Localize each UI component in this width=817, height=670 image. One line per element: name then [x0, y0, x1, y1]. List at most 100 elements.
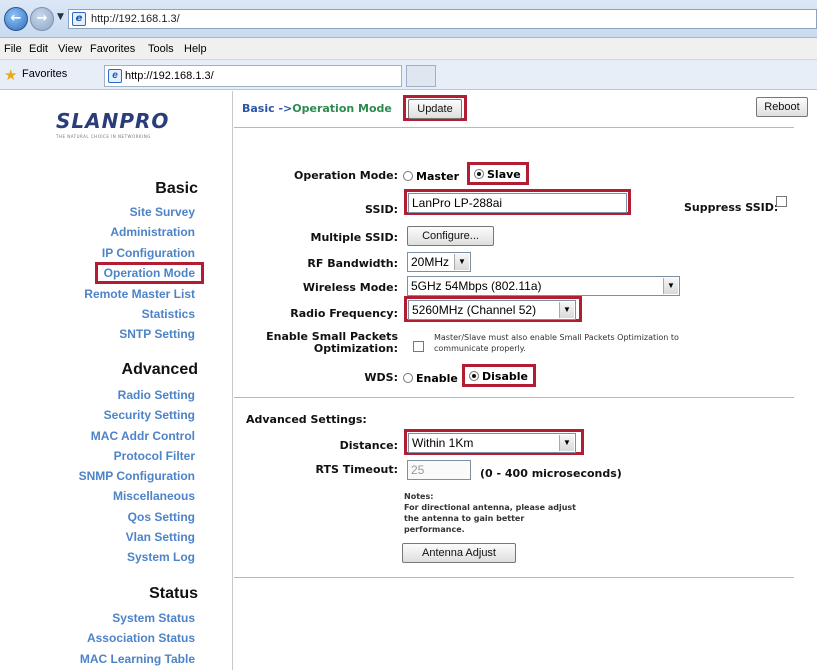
sidebar-item-operation-mode[interactable]: Operation Mode	[94, 262, 204, 284]
title-mode: Operation Mode	[292, 102, 392, 115]
rf-bandwidth-label: RF Bandwidth:	[307, 257, 398, 270]
rts-timeout-input[interactable]: 25	[407, 460, 471, 480]
sidebar-item-qos-setting[interactable]: Qos Setting	[128, 510, 195, 524]
multiple-ssid-label: Multiple SSID:	[310, 231, 398, 244]
divider	[234, 127, 794, 128]
radio-frequency-select[interactable]: 5260MHz (Channel 52) ▼	[408, 300, 576, 320]
divider	[234, 577, 794, 578]
logo-tagline: THE NATURAL CHOICE IN NETWORKING	[56, 134, 151, 139]
sidebar-item-remote-master-list[interactable]: Remote Master List	[84, 287, 195, 301]
ssid-input[interactable]: LanPro LP-288ai	[408, 193, 627, 213]
configure-button[interactable]: Configure...	[407, 226, 494, 246]
sidebar-item-statistics[interactable]: Statistics	[142, 307, 195, 321]
ssid-label: SSID:	[365, 203, 398, 216]
menu-view[interactable]: View	[58, 43, 82, 55]
radio-master-label: Master	[416, 170, 460, 183]
page-title: Basic ->Operation Mode	[242, 102, 392, 115]
sidebar-item-vlan-setting[interactable]: Vlan Setting	[126, 530, 195, 544]
suppress-ssid-label: Suppress SSID:	[684, 201, 779, 214]
sidebar-heading-basic: Basic	[155, 180, 198, 197]
lanpro-logo: SLANPRO THE NATURAL CHOICE IN NETWORKING	[56, 109, 206, 139]
sidebar-item-ip-configuration[interactable]: IP Configuration	[102, 246, 195, 260]
logo-text: SLANPRO	[56, 109, 170, 133]
back-button[interactable]: ←	[4, 7, 28, 31]
sidebar-item-association-status[interactable]: Association Status	[87, 631, 195, 645]
rf-bandwidth-value: 20MHz	[411, 255, 450, 269]
radio-master[interactable]: Master	[403, 170, 459, 183]
star-icon[interactable]: ★	[4, 66, 17, 84]
notes-line-3: the antenna to gain better	[404, 514, 525, 523]
radio-frequency-highlight: 5260MHz (Channel 52) ▼	[404, 296, 582, 322]
small-packets-checkbox[interactable]	[413, 341, 424, 352]
update-button[interactable]: Update	[408, 99, 462, 119]
sidebar-item-site-survey[interactable]: Site Survey	[130, 205, 195, 219]
menu-bar: File Edit View Favorites Tools Help	[0, 38, 817, 60]
small-packets-note: Master/Slave must also enable Small Pack…	[434, 332, 679, 354]
sidebar-item-sntp-setting[interactable]: SNTP Setting	[119, 327, 195, 341]
menu-tools[interactable]: Tools	[148, 43, 174, 55]
suppress-ssid-checkbox[interactable]	[776, 196, 787, 207]
sidebar-item-radio-setting[interactable]: Radio Setting	[118, 388, 195, 402]
radio-frequency-label: Radio Frequency:	[290, 307, 398, 320]
web-page: SLANPRO THE NATURAL CHOICE IN NETWORKING…	[0, 91, 817, 670]
advanced-settings-heading: Advanced Settings:	[246, 413, 367, 426]
chevron-down-icon: ▼	[454, 254, 469, 270]
sidebar-item-mac-addr-control[interactable]: MAC Addr Control	[91, 429, 195, 443]
radio-wds-disable[interactable]: Disable	[469, 370, 528, 383]
favorites-button[interactable]: Favorites	[22, 68, 67, 80]
forward-button[interactable]: →	[30, 7, 54, 31]
rts-timeout-label: RTS Timeout:	[315, 463, 398, 476]
antenna-adjust-button[interactable]: Antenna Adjust	[402, 543, 516, 563]
wireless-mode-value: 5GHz 54Mbps (802.11a)	[411, 279, 542, 293]
menu-file[interactable]: File	[4, 43, 22, 55]
title-prefix: Basic ->	[242, 102, 293, 115]
antenna-notes: Notes: For directional antenna, please a…	[404, 491, 576, 535]
distance-select[interactable]: Within 1Km ▼	[408, 433, 576, 453]
radio-frequency-value: 5260MHz (Channel 52)	[412, 303, 537, 317]
sidebar-item-system-status[interactable]: System Status	[112, 611, 195, 625]
slave-highlight: Slave	[467, 162, 529, 185]
tab-title: http://192.168.1.3/	[125, 70, 214, 82]
radio-wds-disable-icon	[469, 371, 479, 381]
sidebar-item-miscellaneous[interactable]: Miscellaneous	[113, 489, 195, 503]
divider	[234, 397, 794, 398]
sidebar-item-snmp-configuration[interactable]: SNMP Configuration	[79, 469, 195, 483]
notes-line-2: For directional antenna, please adjust	[404, 503, 577, 512]
main-content: Basic ->Operation Mode Update Reboot Ope…	[234, 91, 817, 670]
reboot-button[interactable]: Reboot	[756, 97, 808, 117]
menu-favorites[interactable]: Favorites	[90, 43, 135, 55]
radio-slave[interactable]: Slave	[474, 168, 521, 181]
radio-wds-enable[interactable]: Enable	[403, 372, 458, 385]
distance-value: Within 1Km	[412, 436, 474, 450]
radio-wds-enable-label: Enable	[416, 372, 458, 385]
sidebar: SLANPRO THE NATURAL CHOICE IN NETWORKING…	[0, 91, 233, 670]
rts-timeout-range: (0 - 400 microseconds)	[480, 467, 622, 480]
sidebar-item-administration[interactable]: Administration	[110, 225, 195, 239]
wireless-mode-select[interactable]: 5GHz 54Mbps (802.11a) ▼	[407, 276, 680, 296]
sidebar-item-protocol-filter[interactable]: Protocol Filter	[114, 449, 195, 463]
notes-line-4: performance.	[404, 525, 465, 534]
new-tab-button[interactable]	[406, 65, 436, 87]
distance-label: Distance:	[339, 439, 398, 452]
tab-current[interactable]: e http://192.168.1.3/	[104, 65, 402, 87]
menu-help[interactable]: Help	[184, 43, 207, 55]
update-highlight: Update	[403, 95, 467, 121]
sidebar-item-security-setting[interactable]: Security Setting	[104, 408, 195, 422]
sidebar-item-system-log[interactable]: System Log	[127, 550, 195, 564]
small-packets-label-line2: Optimization:	[313, 342, 398, 355]
sidebar-heading-status: Status	[149, 585, 198, 602]
menu-edit[interactable]: Edit	[29, 43, 48, 55]
ie-page-icon: e	[72, 12, 86, 26]
small-packets-label: Enable Small Packets Optimization:	[266, 331, 398, 355]
small-packets-note-line2: communicate properly.	[434, 344, 526, 353]
rf-bandwidth-select[interactable]: 20MHz ▼	[407, 252, 471, 272]
url-text: http://192.168.1.3/	[91, 13, 180, 25]
url-input[interactable]: e http://192.168.1.3/	[68, 9, 817, 29]
chevron-down-icon: ▼	[663, 278, 678, 294]
address-bar-area: ← → ▼ e http://192.168.1.3/	[0, 0, 817, 38]
sidebar-item-mac-learning-table[interactable]: MAC Learning Table	[80, 652, 195, 666]
operation-mode-label: Operation Mode:	[293, 169, 398, 182]
wds-label: WDS:	[364, 371, 398, 384]
history-dropdown-icon[interactable]: ▼	[57, 12, 64, 22]
radio-master-icon	[403, 171, 413, 181]
